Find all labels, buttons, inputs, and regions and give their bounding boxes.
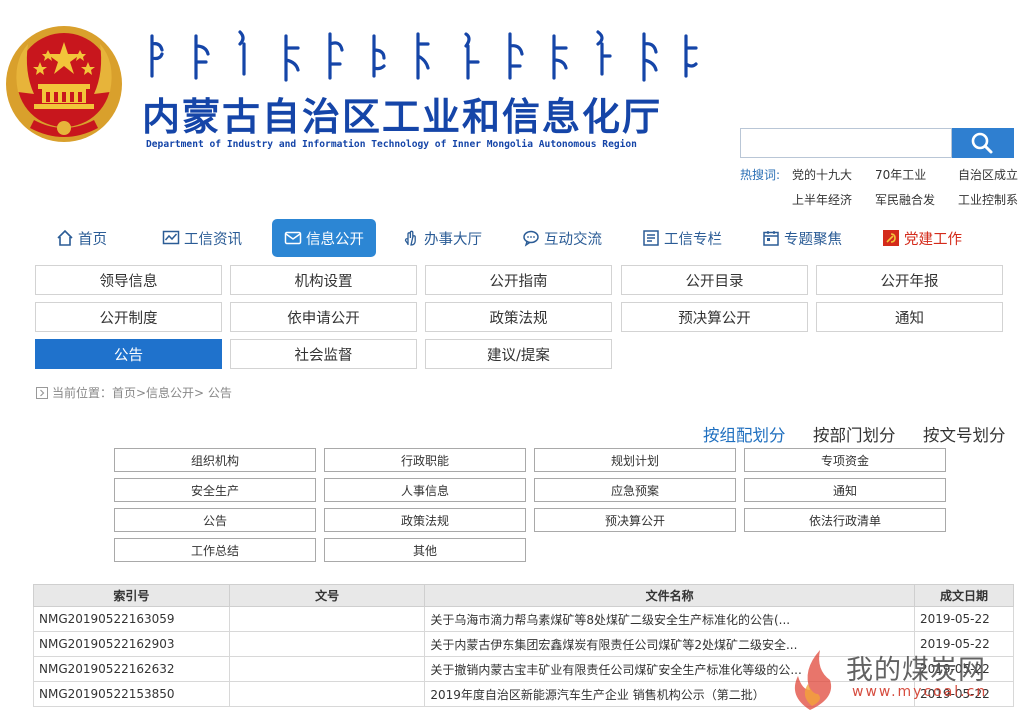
site-subtitle: Department of Industry and Information T… [146,139,637,150]
category-button[interactable]: 依法行政清单 [744,508,946,532]
watermark-url: www.mycoal.cn [852,684,988,700]
category-button[interactable]: 其他 [324,538,526,562]
column-header: 成文日期 [914,584,1014,607]
hot-word-link[interactable]: 党的十九大 [792,166,852,183]
chart-icon [162,230,180,245]
category-button[interactable]: 工作总结 [114,538,316,562]
nav-item-label: 党建工作 [904,231,962,248]
list-icon [643,230,659,246]
hot-word-link[interactable]: 上半年经济 [792,191,852,208]
category-button[interactable]: 规划计划 [534,448,736,472]
mail-icon [284,231,302,245]
column-header: 文件名称 [424,584,916,607]
column-header: 文号 [228,584,426,607]
home-icon [57,229,73,246]
nav-item-label: 专题聚焦 [784,231,842,248]
breadcrumb: 当前位置：首页>信息公开> 公告 [36,384,232,401]
submenu-item-supervision[interactable]: 社会监督 [230,339,417,369]
index-cell: NMG20190522162632 [33,656,230,682]
search-input[interactable] [740,128,952,158]
category-button[interactable]: 预决算公开 [534,508,736,532]
hot-word-link[interactable]: 军民融合发 [875,191,935,208]
doc-number-cell [228,656,426,682]
chevron-right-icon [36,386,48,399]
search-icon [971,132,993,154]
hot-words-label: 热搜词: [740,168,781,182]
submenu-item-annual-report[interactable]: 公开年报 [816,265,1003,295]
hot-word-link[interactable]: 工业控制系 [958,191,1018,208]
calendar-icon [763,231,779,246]
nav-item-label: 首页 [78,231,107,248]
category-button[interactable]: 行政职能 [324,448,526,472]
hot-word-link[interactable]: 70年工业 [875,166,926,183]
category-button[interactable]: 应急预案 [534,478,736,502]
submenu-item-application[interactable]: 依申请公开 [230,302,417,332]
title-link[interactable]: 关于乌海市滴力帮乌素煤矿等8处煤矿二级安全生产标准化的公告(... [424,606,916,632]
submenu-item-notice[interactable]: 通知 [816,302,1003,332]
submenu-item-catalog[interactable]: 公开目录 [621,265,808,295]
nav-item-label: 工信专栏 [664,231,722,248]
nav-item-info-public[interactable]: 信息公开 [272,219,376,257]
nav-item-label: 工信资讯 [184,231,242,248]
submenu-item-guide[interactable]: 公开指南 [425,265,612,295]
nav-item-label: 互动交流 [544,231,602,248]
submenu-item-system[interactable]: 公开制度 [35,302,222,332]
nav-item-label: 信息公开 [306,231,364,248]
site-title: 内蒙古自治区工业和信息化厅 [142,94,663,139]
tab-by-doc-number[interactable]: 按文号划分 [923,422,1006,446]
submenu-item-organization[interactable]: 机构设置 [230,265,417,295]
submenu-item-proposals[interactable]: 建议/提案 [425,339,612,369]
category-button[interactable]: 通知 [744,478,946,502]
table-row[interactable]: NMG20190522163059 关于乌海市滴力帮乌素煤矿等8处煤矿二级安全生… [33,606,1014,632]
nav-item-interaction[interactable]: 互动交流 [522,220,602,256]
watermark-text: 我的煤炭网 [846,655,986,686]
doc-number-cell [228,681,426,707]
nav-item-service-hall[interactable]: 办事大厅 [402,220,482,256]
site-header: 内蒙古自治区工业和信息化厅 Department of Industry and… [0,0,1022,210]
nav-item-label: 办事大厅 [424,231,482,248]
hand-icon [404,230,416,246]
doc-number-cell [228,606,426,632]
nav-item-column[interactable]: 工信专栏 [642,220,722,256]
tab-by-department[interactable]: 按部门划分 [813,422,896,446]
category-button[interactable]: 组织机构 [114,448,316,472]
index-cell: NMG20190522162903 [33,631,230,657]
chat-icon [523,230,539,247]
mongolian-title [146,26,706,86]
category-button[interactable]: 公告 [114,508,316,532]
index-cell: NMG20190522163059 [33,606,230,632]
party-icon [883,230,899,246]
nav-item-news[interactable]: 工信资讯 [162,220,242,256]
category-button[interactable]: 人事信息 [324,478,526,502]
search-button[interactable] [952,128,1014,158]
category-button[interactable]: 安全生产 [114,478,316,502]
main-nav: 首页 工信资讯 信息公开 办事大厅 互动交流 工信专栏 专题聚焦 党建工作 [0,219,1022,258]
submenu-item-announcement[interactable]: 公告 [35,339,222,369]
national-emblem-icon [6,26,122,142]
category-button[interactable]: 政策法规 [324,508,526,532]
doc-number-cell [228,631,426,657]
hot-word-link[interactable]: 自治区成立 [958,166,1018,183]
submenu-item-policy[interactable]: 政策法规 [425,302,612,332]
index-cell: NMG20190522153850 [33,681,230,707]
nav-item-party-building[interactable]: 党建工作 [882,220,962,256]
submenu-item-budget[interactable]: 预决算公开 [621,302,808,332]
tab-by-group[interactable]: 按组配划分 [703,422,786,446]
table-header-row: 索引号 文号 文件名称 成文日期 [33,584,1014,607]
date-cell: 2019-05-22 [914,606,1014,632]
category-button[interactable]: 专项资金 [744,448,946,472]
column-header: 索引号 [33,584,230,607]
breadcrumb-text: 当前位置：首页>信息公开> 公告 [52,386,232,400]
nav-item-home[interactable]: 首页 [56,220,107,256]
nav-item-special-topics[interactable]: 专题聚焦 [762,220,842,256]
submenu-item-leaders[interactable]: 领导信息 [35,265,222,295]
